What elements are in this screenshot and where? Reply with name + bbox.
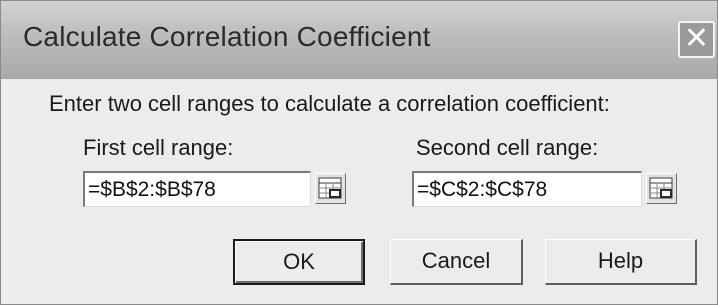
title-bar[interactable]: Calculate Correlation Coefficient ✕	[1, 1, 717, 79]
dialog-title: Calculate Correlation Coefficient	[23, 21, 431, 52]
instructions-text: Enter two cell ranges to calculate a cor…	[49, 91, 610, 116]
first-range-label: First cell range:	[83, 135, 234, 160]
range-picker-icon	[649, 177, 673, 199]
correlation-dialog: Calculate Correlation Coefficient ✕ Ente…	[0, 0, 718, 305]
help-button[interactable]: Help	[545, 239, 697, 285]
close-icon: ✕	[683, 22, 710, 55]
second-range-input[interactable]	[412, 171, 642, 207]
second-range-label: Second cell range:	[416, 135, 599, 160]
second-range-picker-button[interactable]	[646, 173, 677, 204]
cancel-button[interactable]: Cancel	[390, 239, 523, 285]
ok-button-label: OK	[283, 249, 315, 274]
first-range-picker-button[interactable]	[315, 173, 346, 204]
ok-button[interactable]: OK	[233, 239, 365, 285]
close-button[interactable]: ✕	[678, 21, 715, 58]
help-button-label: Help	[597, 248, 644, 273]
range-picker-icon	[318, 177, 342, 199]
cancel-button-label: Cancel	[421, 248, 491, 273]
first-range-input[interactable]	[83, 171, 311, 207]
